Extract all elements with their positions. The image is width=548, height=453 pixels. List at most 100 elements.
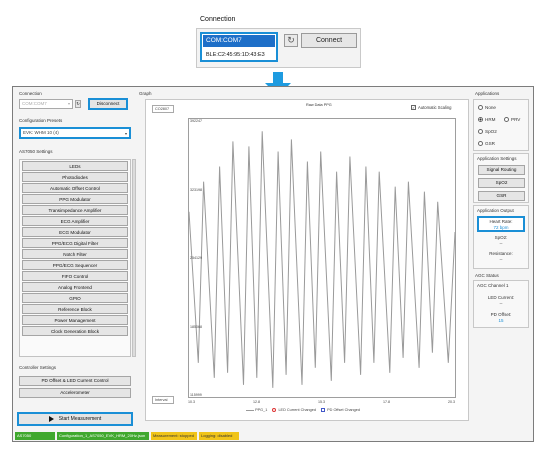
chart-title: Raw Data PPG (306, 103, 332, 107)
status-measurement: Measurement: stopped (151, 432, 197, 440)
y-tick-label: 323198 (190, 187, 202, 192)
radio-hrm-label: HRM (485, 117, 496, 122)
settings-item-button[interactable]: LEDs (22, 161, 128, 171)
application-settings-group: Application Settings Signal Routing SpO2… (473, 153, 529, 203)
connect-button[interactable]: Connect (301, 33, 357, 48)
application-output-group: Application Output Heart Rate: 72 bpm Sp… (473, 205, 529, 269)
chevron-down-icon: ▾ (124, 131, 127, 136)
settings-item-button[interactable]: Clock Generation Block (22, 326, 128, 336)
channel-select[interactable]: CO2807 (152, 105, 174, 113)
port-select[interactable]: COM:COM7 ▾ (19, 99, 73, 109)
signal-routing-button[interactable]: Signal Routing (478, 165, 525, 175)
settings-item-button[interactable]: Analog Frontend (22, 282, 128, 292)
settings-item-button[interactable]: ECG Modulator (22, 227, 128, 237)
y-tick-label: 392247 (190, 119, 202, 123)
radio-spo2[interactable]: SpO2 (478, 129, 497, 135)
application-settings-label: Application Settings (477, 156, 517, 161)
settings-item-button[interactable]: Notch Filter (22, 249, 128, 259)
radio-none-label: None (485, 105, 496, 110)
interval-select[interactable]: Interval (152, 396, 174, 404)
agc-channel-label: AGC Channel 1 (477, 283, 509, 288)
port-dropdown-list[interactable]: COM:COM7 BLE:C2:45:95:1D:43:E3 (200, 32, 278, 62)
disconnect-button[interactable]: Disconnect (88, 98, 128, 110)
radio-gsr[interactable]: GSR (478, 141, 495, 147)
x-tick-label: 15.3 (318, 400, 325, 404)
settings-item-button[interactable]: PPG/ECG Sequencer (22, 260, 128, 270)
resistance-value: -- (499, 257, 503, 262)
start-measurement-button[interactable]: Start Measurement (17, 412, 133, 426)
connection-popup-body: COM:COM7 BLE:C2:45:95:1D:43:E3 ↻ Connect (196, 28, 361, 68)
legend-item-pd-offset: PD Offset Changed (327, 408, 360, 412)
radio-button-icon (478, 105, 483, 111)
status-device: AS7050 (15, 432, 55, 440)
settings-list: LEDs Photodiodes Automatic Offset Control P… (19, 159, 131, 357)
y-tick-label: 115999 (190, 393, 202, 397)
radio-prv[interactable]: PRV (504, 117, 521, 123)
legend-line-icon (246, 409, 254, 411)
graph-label: Graph (139, 91, 152, 96)
channel-select-value: CO2807 (155, 107, 170, 111)
heart-rate-label: Heart Rate: (489, 219, 513, 224)
connection-popup: Connection COM:COM7 BLE:C2:45:95:1D:43:E… (196, 12, 361, 68)
legend-item-led-current: LED Current Changed (278, 408, 317, 412)
radio-prv-label: PRV (511, 117, 521, 122)
play-icon (48, 415, 54, 422)
port-option-ble[interactable]: BLE:C2:45:95:1D:43:E3 (203, 50, 277, 60)
controller-settings-label: Controller Settings (19, 365, 57, 370)
x-tick-label: 17.8 (383, 400, 390, 404)
connection-label: Connection (19, 91, 42, 96)
accelerometer-button[interactable]: Accelerometer (19, 388, 131, 398)
status-bar: AS7050 Configuration_1_AS7050_EVK_HRM_20… (13, 431, 533, 441)
application-output-label: Application Output (477, 208, 514, 213)
led-current-value: -- (499, 301, 503, 306)
chart-legend: PPG_1 LED Current Changed PD Offset Chan… (246, 408, 360, 412)
settings-item-button[interactable]: ECG Amplifier (22, 216, 128, 226)
gsr-settings-button[interactable]: GSR (478, 191, 525, 201)
settings-item-button[interactable]: Photodiodes (22, 172, 128, 182)
settings-item-button[interactable]: Reference Block (22, 304, 128, 314)
radio-hrm[interactable]: HRM (478, 117, 496, 123)
y-tick-label: 254129 (190, 256, 202, 260)
legend-square-icon (321, 408, 326, 412)
settings-label: AS7050 Settings (19, 149, 53, 154)
agc-status-label: AGC Status (475, 273, 499, 278)
y-tick-label: 185068 (190, 324, 202, 329)
radio-none[interactable]: None (478, 105, 496, 111)
graph-panel: CO2807 Raw Data PPG ✓ Automatic Scaling 3… (145, 99, 469, 421)
settings-item-button[interactable]: Transimpedance Amplifier (22, 205, 128, 215)
spo2-value: -- (499, 241, 503, 246)
port-select-value: COM:COM7 (22, 101, 47, 106)
radio-button-icon (478, 129, 483, 135)
connection-popup-title: Connection (200, 16, 236, 23)
x-tick-label: 12.8 (253, 400, 260, 404)
pd-offset-led-current-button[interactable]: PD Offset & LED Current Control (19, 376, 131, 386)
legend-item-ppg: PPG_1 (255, 408, 268, 412)
resistance-label: Resistance: (489, 251, 513, 256)
interval-select-value: Interval (155, 398, 168, 402)
settings-item-button[interactable]: FIFO Control (22, 271, 128, 281)
automatic-scaling-label: Automatic Scaling (418, 105, 452, 110)
heart-rate-output: Heart Rate: 72 bpm (477, 216, 525, 232)
settings-item-button[interactable]: PPG/ECG Digital Filter (22, 238, 128, 248)
settings-item-button[interactable]: GPIO (22, 293, 128, 303)
settings-item-button[interactable]: Power Management (22, 315, 128, 325)
refresh-port-icon[interactable]: ↻ (75, 100, 81, 108)
presets-label: Configuration Presets (19, 118, 63, 123)
settings-item-button[interactable]: Automatic Offset Control (22, 183, 128, 193)
spo2-label: SpO2: (494, 235, 508, 240)
settings-item-button[interactable]: PPG Modulator (22, 194, 128, 204)
radio-button-icon (478, 141, 483, 147)
pd-offset-label: PD Offset: (490, 312, 512, 317)
heart-rate-value: 72 bpm (493, 225, 509, 230)
status-logging: Logging: disabled (199, 432, 239, 440)
refresh-icon[interactable]: ↻ (284, 34, 298, 47)
check-icon: ✓ (411, 105, 416, 111)
port-option-com7[interactable]: COM:COM7 (203, 35, 275, 47)
agc-channel-group: AGC Channel 1 LED Current: -- PD Offset:… (473, 280, 529, 328)
pd-offset-value: 15 (498, 318, 504, 323)
preset-select[interactable]: EVK: WHM 10 (4) ▾ (19, 127, 131, 139)
automatic-scaling-checkbox[interactable]: ✓ Automatic Scaling (411, 105, 452, 111)
start-measurement-label: Start Measurement (58, 416, 102, 422)
spo2-settings-button[interactable]: SpO2 (478, 178, 525, 188)
settings-scrollbar[interactable] (132, 159, 136, 357)
